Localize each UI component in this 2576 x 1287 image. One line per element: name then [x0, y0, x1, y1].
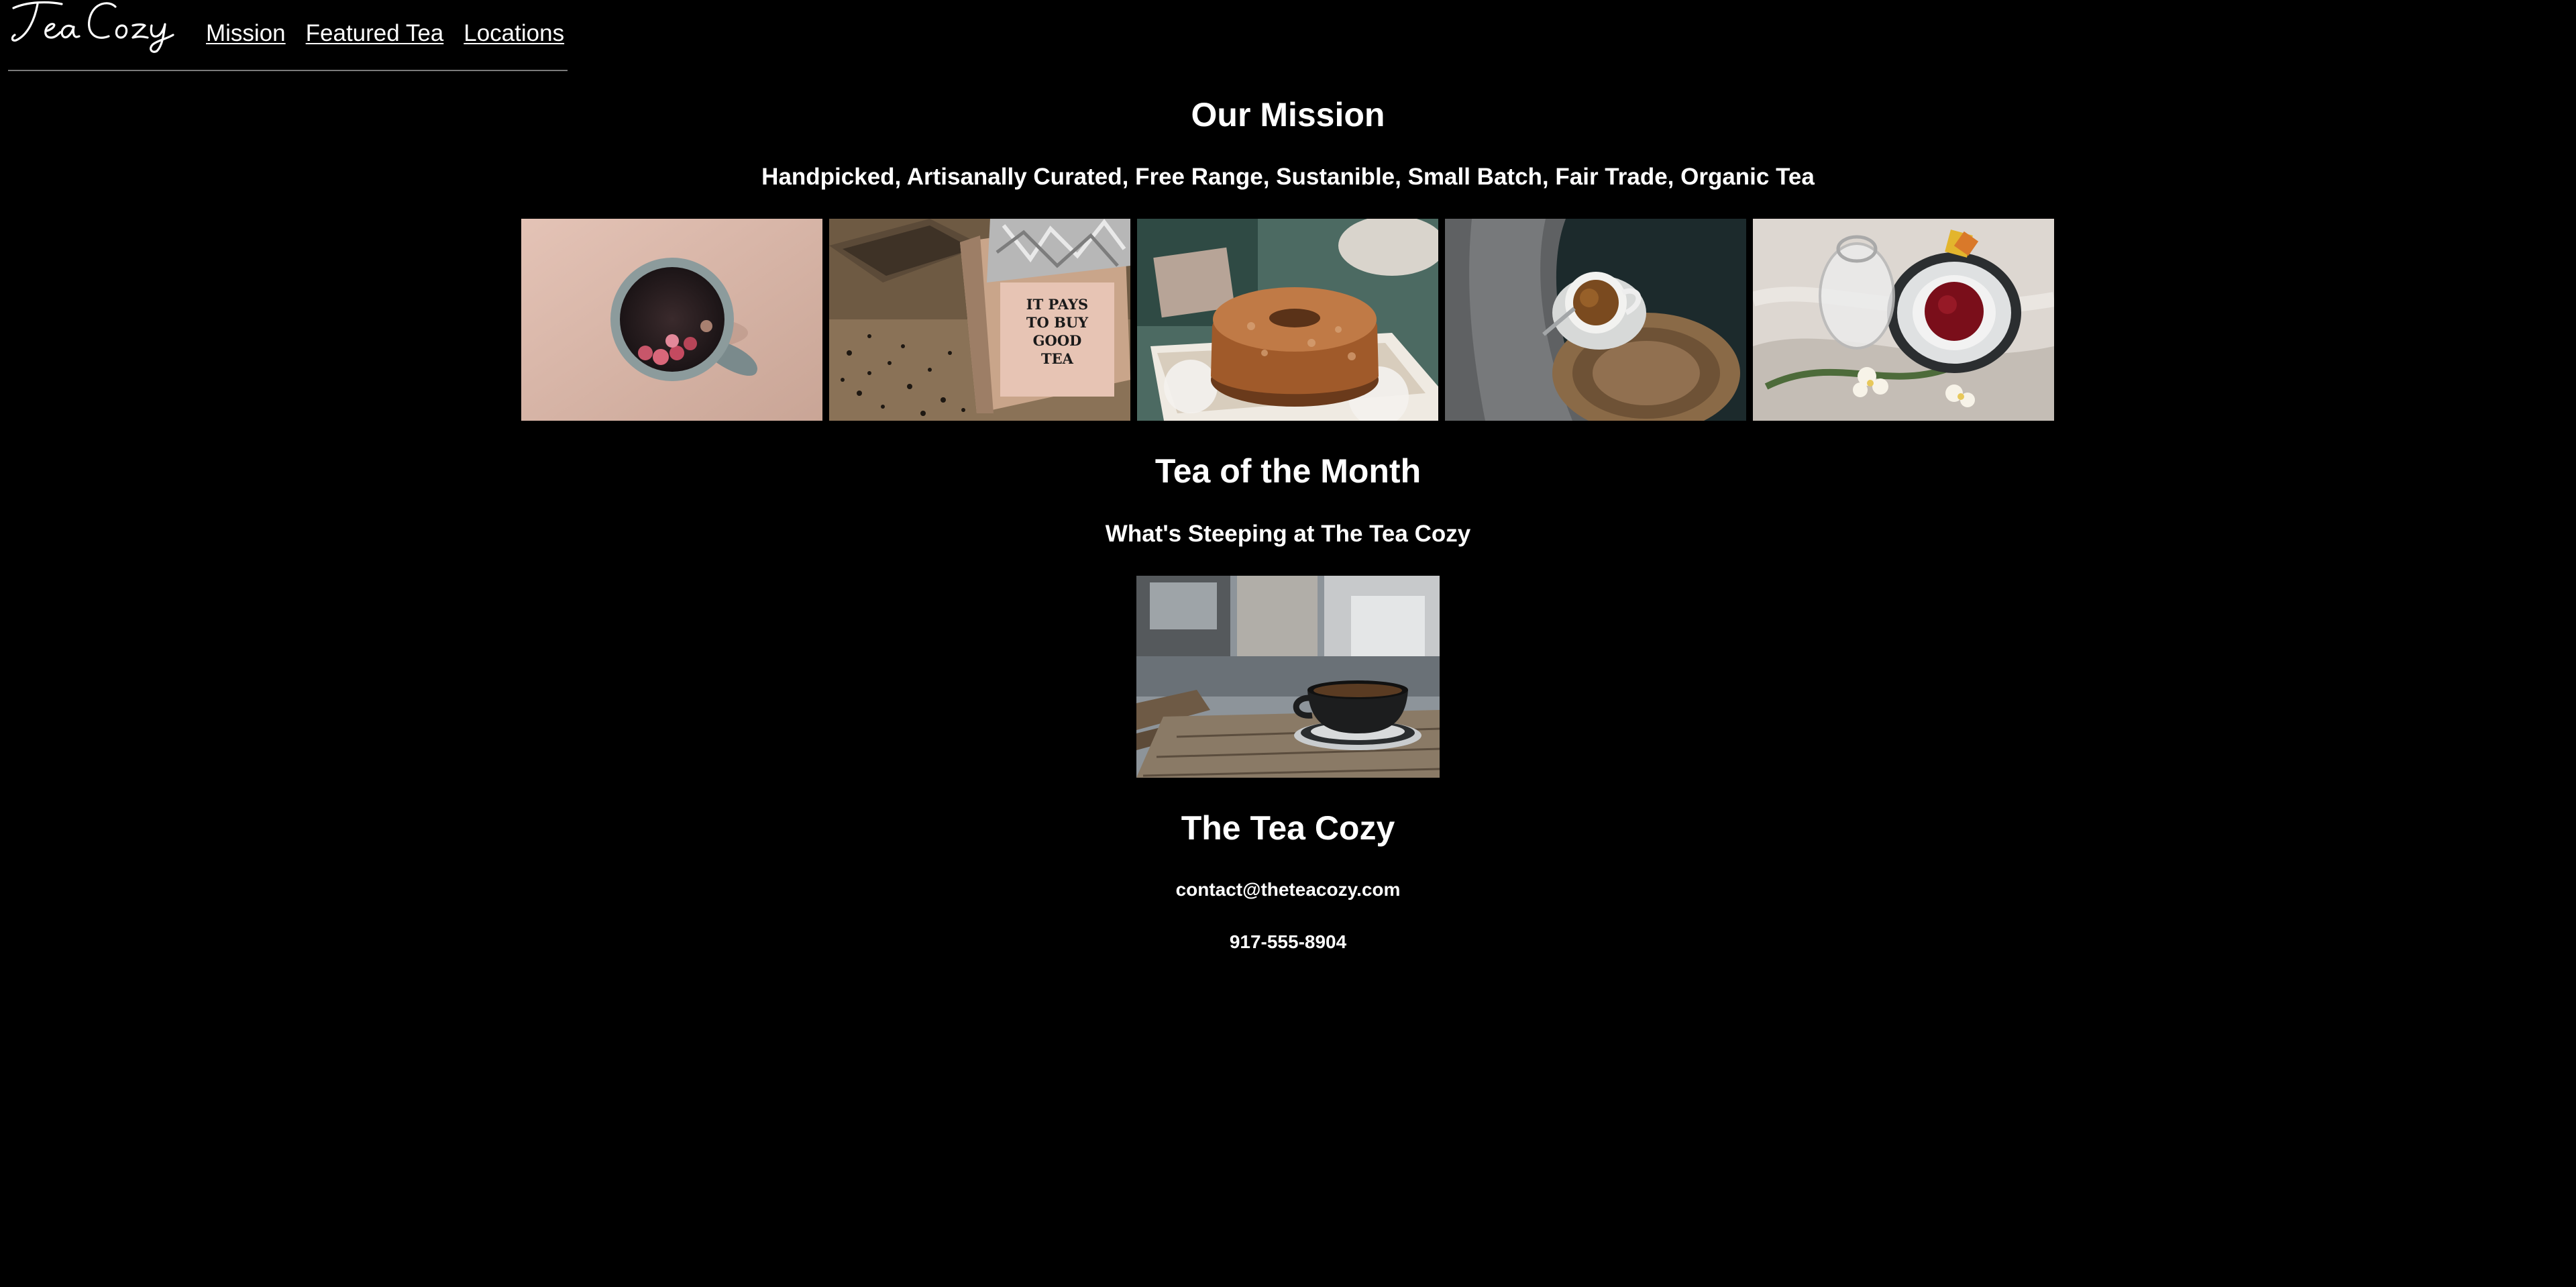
contact-phone: 917-555-8904: [1229, 931, 1347, 952]
svg-text:TO BUY: TO BUY: [1026, 314, 1089, 331]
svg-text:IT PAYS: IT PAYS: [1026, 296, 1088, 313]
svg-text:TEA: TEA: [1041, 350, 1074, 367]
tea-mug-with-berries-photo: [521, 219, 822, 421]
page: Mission Featured Tea Locations Our Missi…: [0, 0, 2576, 1287]
nav-link-mission[interactable]: Mission: [206, 20, 286, 47]
teacup-on-tray-photo: [1445, 219, 1746, 421]
tea-box-sign-photo: IT PAYS TO BUY GOOD TEA: [829, 219, 1130, 421]
featured-heading: Tea of the Month: [1155, 452, 1421, 490]
contact-email[interactable]: contact@theteacozy.com: [0, 879, 2576, 900]
nav-link-featured-tea[interactable]: Featured Tea: [306, 20, 444, 47]
tea-with-teapot-photo: [1753, 219, 2054, 421]
main-nav: Mission Featured Tea Locations: [206, 20, 564, 47]
mission-subheading: Handpicked, Artisanally Curated, Free Ra…: [761, 164, 1815, 190]
footer-heading: The Tea Cozy: [1181, 809, 1395, 847]
tea-cozy-logo-script: [11, 1, 174, 53]
bundt-cake-photo: [1137, 219, 1438, 421]
site-header: Mission Featured Tea Locations: [8, 0, 568, 71]
mission-photo-gallery: IT PAYS TO BUY GOOD TEA: [521, 219, 2055, 421]
tea-cozy-logo[interactable]: [8, 0, 182, 54]
mission-heading: Our Mission: [1191, 96, 1385, 134]
svg-text:GOOD: GOOD: [1033, 332, 1082, 349]
featured-subheading: What's Steeping at The Tea Cozy: [1105, 521, 1471, 547]
coffee-cup-on-table-photo: [1136, 576, 1440, 778]
nav-link-locations[interactable]: Locations: [464, 20, 564, 47]
